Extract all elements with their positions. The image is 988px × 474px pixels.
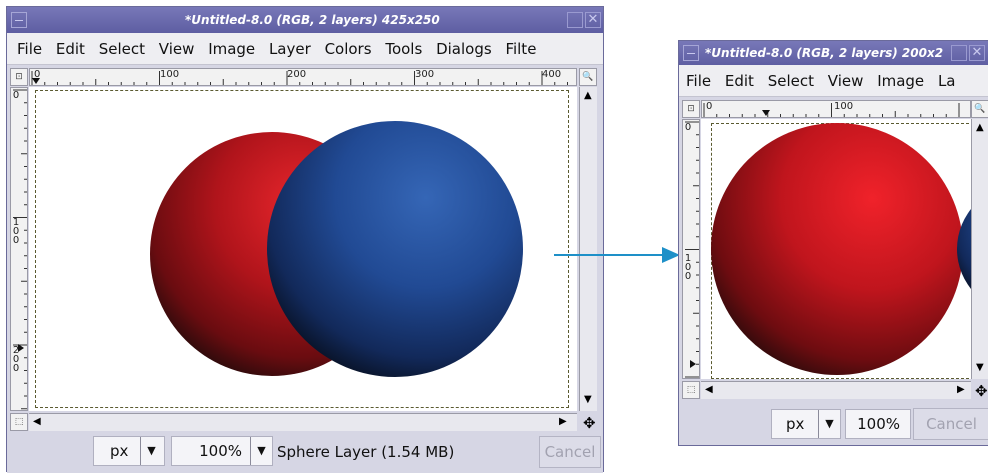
red-sphere <box>711 123 963 375</box>
close-icon[interactable]: ✕ <box>969 45 985 61</box>
menu-dialogs[interactable]: Dialogs <box>436 33 492 64</box>
navigate-icon[interactable]: ⊡ <box>682 100 700 118</box>
horizontal-scrollbar[interactable]: ◀ ▶ <box>29 413 577 431</box>
menu-image[interactable]: Image <box>208 33 255 64</box>
menu-layer[interactable]: La <box>938 65 956 96</box>
menu-view[interactable]: View <box>159 33 195 64</box>
unit-select[interactable]: px ▼ <box>93 436 165 466</box>
move-cross-icon[interactable]: ✥ <box>583 416 596 431</box>
transition-arrow <box>554 247 680 263</box>
menu-filters[interactable]: Filte <box>505 33 536 64</box>
zoom-select[interactable]: 100% ▼ <box>171 436 273 466</box>
ruler-label: 0 <box>12 90 20 101</box>
zoom-icon[interactable]: 🔍 <box>579 68 597 86</box>
ruler-label: 400 <box>542 69 562 80</box>
scroll-down-icon[interactable]: ▼ <box>584 395 592 405</box>
scroll-right-icon[interactable]: ▶ <box>559 417 567 427</box>
menu-view[interactable]: View <box>828 65 864 96</box>
scroll-up-icon[interactable]: ▲ <box>976 123 984 133</box>
ruler-label: 0 <box>34 69 41 80</box>
menu-select[interactable]: Select <box>99 33 145 64</box>
menu-file[interactable]: File <box>17 33 42 64</box>
menu-file[interactable]: File <box>686 65 711 96</box>
unit-value: px <box>786 415 805 433</box>
scroll-right-icon[interactable]: ▶ <box>957 385 965 395</box>
dropdown-arrow-icon[interactable]: ▼ <box>140 437 162 465</box>
menu-select[interactable]: Select <box>768 65 814 96</box>
menu-edit[interactable]: Edit <box>725 65 754 96</box>
vertical-ruler[interactable]: 0 100 <box>682 119 700 379</box>
title-bar[interactable]: *Untitled-8.0 (RGB, 2 layers) 425x250 ✕ <box>7 7 603 33</box>
ruler-label: 300 <box>415 69 435 80</box>
status-bar: px ▼ 100% ▼ Sphere Layer (1.54 MB) Cance… <box>7 433 603 473</box>
horizontal-ruler[interactable]: 0 100 <box>701 100 971 118</box>
ruler-label: 0 <box>706 101 713 112</box>
zoom-select[interactable]: 100% <box>845 409 911 439</box>
dropdown-arrow-icon[interactable]: ▼ <box>818 410 840 438</box>
quickmask-icon[interactable]: ⬚ <box>682 381 700 399</box>
zoom-value: 100% <box>857 415 900 433</box>
horizontal-ruler[interactable]: 0 100 200 300 400 <box>29 68 577 86</box>
move-cross-icon[interactable]: ✥ <box>975 384 988 399</box>
close-icon[interactable]: ✕ <box>585 12 601 28</box>
navigate-icon[interactable]: ⊡ <box>10 68 28 86</box>
ruler-label: 200 <box>287 69 307 80</box>
cancel-button[interactable]: Cancel <box>913 408 988 440</box>
menu-edit[interactable]: Edit <box>56 33 85 64</box>
status-bar: px ▼ 100% Cancel <box>679 401 988 445</box>
menu-bar: File Edit Select View Image Layer Colors… <box>7 33 603 65</box>
ruler-label: 100 <box>12 217 20 246</box>
image-window-large: *Untitled-8.0 (RGB, 2 layers) 425x250 ✕ … <box>6 6 604 473</box>
maximize-icon[interactable] <box>951 45 967 61</box>
unit-select[interactable]: px ▼ <box>771 409 841 439</box>
unit-value: px <box>110 442 129 460</box>
image-window-small: *Untitled-8.0 (RGB, 2 layers) 200x2 ✕ Fi… <box>678 40 988 446</box>
ruler-label: 200 <box>12 345 20 374</box>
window-title: *Untitled-8.0 (RGB, 2 layers) 200x2 <box>705 46 944 60</box>
ruler-label: 0 <box>684 122 692 133</box>
image-canvas[interactable] <box>29 87 577 411</box>
menu-layer[interactable]: Layer <box>269 33 311 64</box>
window-title: *Untitled-8.0 (RGB, 2 layers) 425x250 <box>185 13 440 27</box>
scroll-down-icon[interactable]: ▼ <box>976 363 984 373</box>
zoom-icon[interactable]: 🔍 <box>971 100 988 118</box>
zoom-value: 100% <box>199 442 242 460</box>
ruler-label: 100 <box>160 69 180 80</box>
blue-sphere <box>267 121 523 377</box>
scroll-left-icon[interactable]: ◀ <box>705 385 713 395</box>
blue-sphere <box>957 209 971 289</box>
quickmask-icon[interactable]: ⬚ <box>10 413 28 431</box>
scroll-up-icon[interactable]: ▲ <box>584 91 592 101</box>
vertical-ruler[interactable]: 0 100 200 <box>10 87 28 411</box>
menu-image[interactable]: Image <box>877 65 924 96</box>
window-menu-icon[interactable] <box>11 12 27 28</box>
ruler-label: 100 <box>684 253 692 282</box>
dropdown-arrow-icon[interactable]: ▼ <box>250 437 272 465</box>
menu-colors[interactable]: Colors <box>325 33 372 64</box>
menu-tools[interactable]: Tools <box>385 33 422 64</box>
scroll-left-icon[interactable]: ◀ <box>33 417 41 427</box>
maximize-icon[interactable] <box>567 12 583 28</box>
horizontal-scrollbar[interactable]: ◀ ▶ <box>701 381 971 399</box>
vertical-scrollbar[interactable]: ▲ ▼ <box>971 119 988 379</box>
status-text: Sphere Layer (1.54 MB) <box>277 443 455 461</box>
menu-bar: File Edit Select View Image La <box>679 65 988 97</box>
ruler-label: 100 <box>834 101 854 112</box>
cancel-button[interactable]: Cancel <box>539 436 601 468</box>
window-menu-icon[interactable] <box>683 45 699 61</box>
title-bar[interactable]: *Untitled-8.0 (RGB, 2 layers) 200x2 ✕ <box>679 41 988 65</box>
image-canvas[interactable] <box>701 119 971 379</box>
